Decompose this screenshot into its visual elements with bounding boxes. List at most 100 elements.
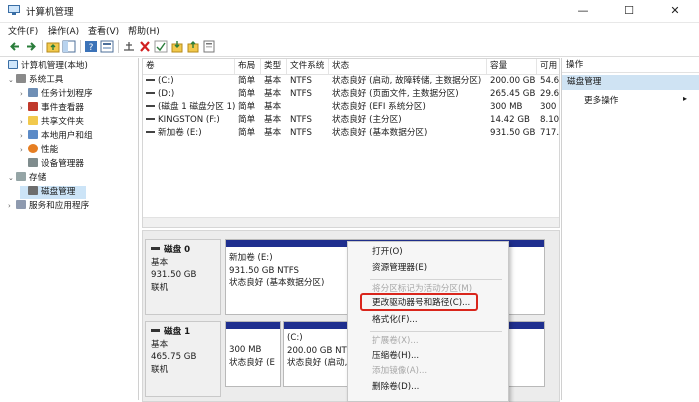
disk-1-label[interactable]: 磁盘 1 基本 465.75 GB 联机 xyxy=(145,321,221,397)
minimize-button[interactable]: — xyxy=(560,0,606,22)
tree-item-event-viewer[interactable]: › 事件查看器 xyxy=(20,102,84,115)
clock-icon xyxy=(28,88,38,97)
chevron-right-icon[interactable]: › xyxy=(20,144,28,157)
tools-icon xyxy=(16,74,26,83)
column-header-free[interactable]: 可用 xyxy=(537,59,559,74)
tree-item-system-tools[interactable]: ⌄ 系统工具 xyxy=(8,74,63,87)
partition-efi[interactable]: 300 MB 状态良好 (E xyxy=(225,321,281,387)
volume-list: 卷 布局 类型 文件系统 状态 容量 可用 (C:) 简单 基本 NTFS 状态… xyxy=(142,58,560,228)
chevron-right-icon[interactable]: › xyxy=(20,88,28,101)
volume-icon xyxy=(146,79,155,81)
table-row[interactable]: 新加卷 (E:) 简单 基本 NTFS 状态良好 (基本数据分区) 931.50… xyxy=(143,127,559,140)
context-menu: 打开(O) 资源管理器(E) 将分区标记为活动分区(M) 更改驱动器号和路径(C… xyxy=(347,241,509,402)
tree-item-device-manager[interactable]: 设备管理器 xyxy=(20,158,84,171)
menu-action[interactable]: 操作(A) xyxy=(48,24,79,37)
toolbar-separator xyxy=(80,40,81,53)
device-icon xyxy=(28,158,38,167)
users-icon xyxy=(28,130,38,139)
menu-item-format[interactable]: 格式化(F)... xyxy=(372,314,418,327)
forward-arrow-icon[interactable] xyxy=(24,40,38,53)
show-tree-icon[interactable] xyxy=(62,40,76,53)
chevron-right-icon[interactable]: › xyxy=(8,200,16,213)
column-header-volume[interactable]: 卷 xyxy=(143,59,235,74)
disk-type: 基本 xyxy=(151,257,169,268)
performance-icon xyxy=(28,144,38,153)
tree-item-task-scheduler[interactable]: › 任务计划程序 xyxy=(20,88,93,101)
chevron-right-icon[interactable]: › xyxy=(20,102,28,115)
tree-item-shared-folders[interactable]: › 共享文件夹 xyxy=(20,116,84,129)
tree-item-local-users[interactable]: › 本地用户和组 xyxy=(20,130,93,143)
table-row[interactable]: (D:) 简单 基本 NTFS 状态良好 (页面文件, 主数据分区) 265.4… xyxy=(143,88,559,101)
properties-icon[interactable] xyxy=(100,40,114,53)
chevron-right-icon[interactable]: ▸ xyxy=(683,94,687,103)
back-arrow-icon[interactable] xyxy=(8,40,22,53)
column-header-filesystem[interactable]: 文件系统 xyxy=(287,59,329,74)
menu-item-extend-volume: 扩展卷(X)... xyxy=(372,336,419,346)
up-folder-icon[interactable] xyxy=(46,40,60,53)
chevron-down-icon[interactable]: ⌄ xyxy=(8,74,16,87)
toolbar-separator xyxy=(42,40,43,53)
actions-pane: 操作 磁盘管理 更多操作 ▸ xyxy=(561,58,699,400)
tree-item-performance[interactable]: › 性能 xyxy=(20,144,58,157)
help-book-icon[interactable] xyxy=(202,40,216,53)
chevron-down-icon[interactable]: ⌄ xyxy=(8,172,16,185)
menu-file[interactable]: 文件(F) xyxy=(8,24,38,37)
menu-item-shrink-volume[interactable]: 压缩卷(H)... xyxy=(372,350,419,363)
disk-size: 931.50 GB xyxy=(151,270,197,280)
disk-icon xyxy=(151,329,160,332)
delete-icon[interactable] xyxy=(138,40,152,53)
disk-name: 磁盘 0 xyxy=(164,245,191,255)
event-log-icon xyxy=(28,102,38,111)
table-row[interactable]: (C:) 简单 基本 NTFS 状态良好 (启动, 故障转储, 主数据分区) 2… xyxy=(143,75,559,88)
menu-separator xyxy=(370,331,502,332)
menu-view[interactable]: 查看(V) xyxy=(88,24,119,37)
check-icon[interactable] xyxy=(154,40,168,53)
import-icon[interactable] xyxy=(170,40,184,53)
close-button[interactable]: ✕ xyxy=(652,0,698,22)
column-header-capacity[interactable]: 容量 xyxy=(487,59,537,74)
actions-header: 操作 xyxy=(562,58,699,73)
volume-list-header: 卷 布局 类型 文件系统 状态 容量 可用 xyxy=(143,59,559,75)
disk-0-label[interactable]: 磁盘 0 基本 931.50 GB 联机 xyxy=(145,239,221,315)
horizontal-scrollbar[interactable] xyxy=(143,217,559,227)
volume-icon xyxy=(146,105,155,107)
computer-icon xyxy=(8,60,18,69)
tree-item-root[interactable]: 计算机管理(本地) xyxy=(8,60,88,73)
services-icon xyxy=(16,200,26,209)
tree-item-storage[interactable]: ⌄ 存储 xyxy=(8,172,46,185)
chevron-right-icon[interactable]: › xyxy=(20,116,28,129)
more-actions-link[interactable]: 更多操作 xyxy=(584,94,618,106)
disk-icon xyxy=(28,186,38,195)
maximize-button[interactable]: ☐ xyxy=(606,0,652,22)
help-icon[interactable]: ? xyxy=(84,40,98,53)
menu-separator xyxy=(370,279,502,280)
actions-section-disk-management[interactable]: 磁盘管理 xyxy=(562,75,699,90)
computer-management-icon xyxy=(8,5,20,16)
svg-text:?: ? xyxy=(89,43,94,53)
volume-icon xyxy=(146,92,155,94)
menu-item-delete-volume[interactable]: 删除卷(D)... xyxy=(372,381,419,394)
tree-item-disk-management[interactable]: 磁盘管理 xyxy=(20,186,86,199)
partition-size: 931.50 GB NTFS xyxy=(229,265,300,276)
toolbar-separator xyxy=(118,40,119,53)
navigation-tree: 计算机管理(本地) ⌄ 系统工具 › 任务计划程序 › 事件查看器 › 共享文件夹 › 本… xyxy=(6,58,139,400)
connect-icon[interactable] xyxy=(122,40,136,53)
menu-item-open[interactable]: 打开(O) xyxy=(372,246,403,259)
export-icon[interactable] xyxy=(186,40,200,53)
disk-size: 465.75 GB xyxy=(151,352,197,362)
chevron-right-icon[interactable]: › xyxy=(20,130,28,143)
partition-label: 新加卷 (E:) xyxy=(229,253,273,263)
disk-name: 磁盘 1 xyxy=(164,327,191,337)
folder-icon xyxy=(28,116,38,125)
menu-help[interactable]: 帮助(H) xyxy=(128,24,160,37)
partition-status: 状态良好 (E xyxy=(229,357,275,368)
partition-size: 300 MB xyxy=(229,345,262,355)
column-header-status[interactable]: 状态 xyxy=(329,59,487,74)
table-row[interactable]: KINGSTON (F:) 简单 基本 NTFS 状态良好 (主分区) 14.4… xyxy=(143,114,559,127)
menu-item-explorer[interactable]: 资源管理器(E) xyxy=(372,262,427,275)
table-row[interactable]: (磁盘 1 磁盘分区 1) 简单 基本 状态良好 (EFI 系统分区) 300 … xyxy=(143,101,559,114)
menu-item-add-mirror: 添加镜像(A)... xyxy=(372,366,428,376)
tree-item-services-apps[interactable]: › 服务和应用程序 xyxy=(8,200,89,213)
column-header-layout[interactable]: 布局 xyxy=(235,59,261,74)
column-header-type[interactable]: 类型 xyxy=(261,59,287,74)
